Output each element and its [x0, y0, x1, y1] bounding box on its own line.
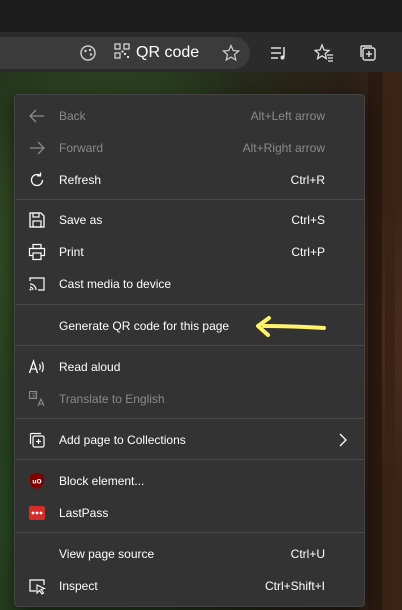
menu-item-translate: 文 Translate to English: [15, 383, 364, 415]
menu-item-view-source[interactable]: View page source Ctrl+U: [15, 538, 364, 570]
menu-item-label: Save as: [59, 213, 103, 227]
menu-item-save-as[interactable]: Save as Ctrl+S: [15, 204, 364, 236]
menu-item-cast[interactable]: Cast media to device: [15, 268, 364, 300]
star-icon[interactable]: [222, 44, 240, 62]
save-icon: [27, 210, 47, 230]
favorites-icon[interactable]: [314, 43, 334, 63]
menu-separator: [15, 304, 364, 305]
svg-text:文: 文: [31, 392, 37, 400]
menu-item-forward: Forward Alt+Right arrow: [15, 132, 364, 164]
translate-icon: 文: [27, 389, 47, 409]
printer-icon: [27, 242, 47, 262]
read-aloud-icon: [27, 357, 47, 377]
menu-item-back: Back Alt+Left arrow: [15, 100, 364, 132]
cast-icon: [27, 274, 47, 294]
menu-item-inspect[interactable]: Inspect Ctrl+Shift+I: [15, 570, 364, 602]
lastpass-icon: [27, 503, 47, 523]
arrow-right-icon: [27, 138, 47, 158]
ublock-icon: uO: [27, 471, 47, 491]
menu-item-label: Print: [59, 245, 84, 259]
collections-icon[interactable]: [358, 43, 378, 63]
menu-item-print[interactable]: Print Ctrl+P: [15, 236, 364, 268]
menu-item-label: View page source: [59, 547, 155, 561]
menu-item-label: Read aloud: [59, 360, 121, 374]
menu-separator: [15, 418, 364, 419]
qr-code-label: QR code: [136, 44, 200, 61]
tab-strip: [0, 0, 402, 32]
menu-item-label: Forward: [59, 141, 104, 155]
menu-item-block-element[interactable]: uO Block element...: [15, 465, 364, 497]
menu-item-shortcut: Alt+Right arrow: [242, 141, 325, 155]
menu-item-shortcut: Ctrl+Shift+I: [264, 579, 325, 593]
annotation-arrow: [256, 316, 326, 337]
menu-item-label: Back: [59, 109, 86, 123]
address-bar[interactable]: QR code: [0, 37, 250, 69]
svg-text:uO: uO: [32, 479, 41, 486]
menu-item-label: Generate QR code for this page: [59, 319, 230, 333]
menu-item-read-aloud[interactable]: Read aloud: [15, 351, 364, 383]
inspect-icon: [27, 576, 47, 596]
menu-item-label: Block element...: [59, 474, 145, 488]
menu-item-add-to-collections[interactable]: Add page to Collections: [15, 424, 364, 456]
menu-item-shortcut: Alt+Left arrow: [250, 109, 325, 123]
extensions-icon[interactable]: [79, 44, 97, 62]
menu-separator: [15, 345, 364, 346]
menu-item-refresh[interactable]: Refresh Ctrl+R: [15, 164, 364, 196]
qr-code-button[interactable]: QR code: [114, 41, 199, 65]
menu-item-label: Inspect: [59, 579, 98, 593]
arrow-left-icon: [27, 106, 47, 126]
menu-item-shortcut: Ctrl+S: [291, 213, 325, 227]
menu-item-shortcut: Ctrl+R: [290, 173, 325, 187]
menu-item-label: Translate to English: [59, 392, 165, 406]
menu-separator: [15, 459, 364, 460]
reading-list-icon[interactable]: [269, 43, 289, 63]
refresh-icon: [27, 170, 47, 190]
menu-item-shortcut: Ctrl+U: [290, 547, 325, 561]
menu-separator: [15, 532, 364, 533]
menu-item-label: LastPass: [59, 506, 109, 520]
menu-separator: [15, 199, 364, 200]
collections-add-icon: [27, 430, 47, 450]
menu-item-shortcut: Ctrl+P: [291, 245, 325, 259]
qr-code-icon: [114, 42, 130, 64]
chevron-right-icon: [338, 433, 348, 452]
menu-item-label: Refresh: [59, 173, 102, 187]
context-menu: Back Alt+Left arrow Forward Alt+Right ar…: [14, 94, 365, 607]
menu-item-lastpass[interactable]: LastPass: [15, 497, 364, 529]
menu-item-label: Cast media to device: [59, 277, 172, 291]
menu-item-label: Add page to Collections: [59, 433, 186, 447]
